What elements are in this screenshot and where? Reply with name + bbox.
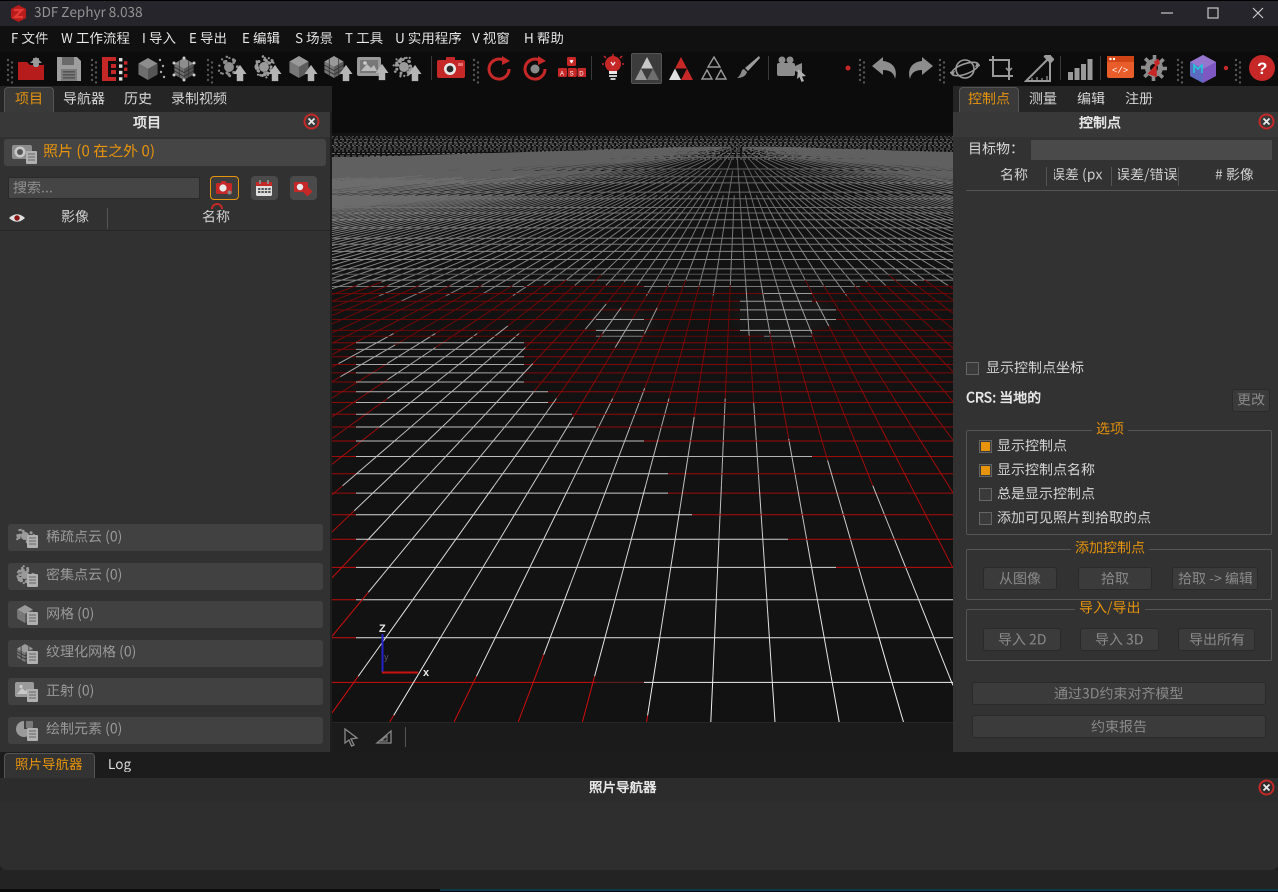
svg-text:D: D <box>579 72 584 78</box>
svg-text:y: y <box>384 652 389 662</box>
svg-text:?: ? <box>1257 59 1267 78</box>
svg-text:</>: </> <box>1112 66 1128 76</box>
svg-text:x: x <box>423 667 430 679</box>
svg-text:S: S <box>570 72 574 78</box>
svg-text:Z: Z <box>379 623 386 635</box>
svg-text:A: A <box>560 72 564 78</box>
